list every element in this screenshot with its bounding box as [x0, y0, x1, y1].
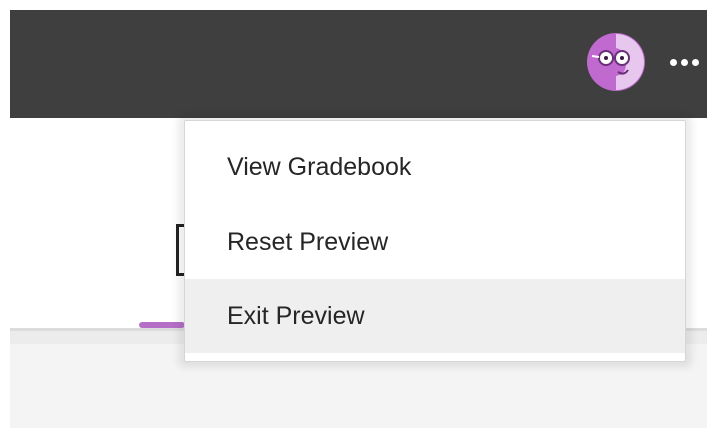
more-options-button[interactable] [662, 40, 707, 85]
professor-avatar-icon[interactable] [582, 28, 650, 96]
menu-item-view-gradebook[interactable]: View Gradebook [185, 130, 685, 204]
more-horizontal-icon [670, 59, 677, 66]
menu-item-label: Reset Preview [227, 227, 389, 256]
menu-item-reset-preview[interactable]: Reset Preview [185, 205, 685, 279]
preview-options-menu: View Gradebook Reset Preview Exit Previe… [184, 120, 686, 362]
menu-item-label: View Gradebook [227, 152, 412, 181]
menu-item-label: Exit Preview [227, 301, 365, 330]
more-dot [692, 59, 699, 66]
top-bar [10, 10, 707, 118]
more-dot [681, 59, 688, 66]
menu-item-exit-preview[interactable]: Exit Preview [185, 279, 685, 353]
active-tab-indicator [139, 322, 185, 328]
